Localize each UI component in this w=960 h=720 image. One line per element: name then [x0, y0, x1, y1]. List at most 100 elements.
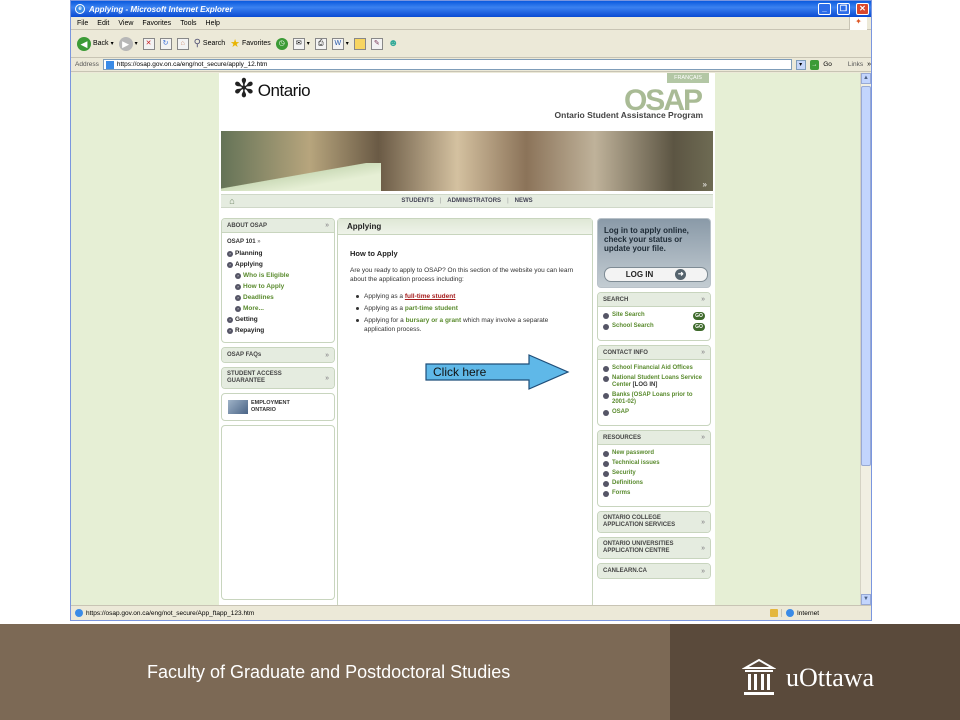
address-input[interactable]: https://osap.gov.on.ca/eng/not_secure/ap… — [102, 59, 792, 70]
contact-list: School Financial Aid Offices National St… — [598, 360, 710, 425]
back-dropdown-icon[interactable]: ▾ — [111, 40, 114, 47]
employment-ontario-panel[interactable]: EMPLOYMENT ONTARIO — [221, 393, 335, 421]
university-head[interactable]: ONTARIO UNIVERSITIES APPLICATION CENTRE … — [598, 538, 710, 558]
left-nav-how-to-apply[interactable]: › How to Apply — [227, 281, 329, 292]
left-nav-planning[interactable]: › Planning — [227, 248, 329, 259]
print-button[interactable]: ⎙ — [314, 37, 327, 50]
address-dropdown-icon[interactable]: ▾ — [795, 59, 806, 70]
left-nav-repaying[interactable]: › Repaying — [227, 325, 329, 336]
forward-button[interactable]: ▶ ▾ — [118, 36, 138, 51]
close-button[interactable]: ✕ — [856, 3, 869, 15]
canlearn-panel[interactable]: CANLEARN.CA » — [597, 563, 711, 579]
left-nav-label: Planning — [235, 250, 263, 257]
links-button[interactable]: Links — [848, 61, 863, 68]
osap-faqs-head[interactable]: OSAP FAQs » — [222, 348, 334, 362]
home-icon[interactable]: ⌂ — [221, 196, 243, 206]
minimize-button[interactable]: _ — [818, 3, 831, 15]
left-nav-who-is-eligible[interactable]: › Who is Eligible — [227, 270, 329, 281]
menu-edit[interactable]: Edit — [97, 20, 109, 27]
history-button[interactable]: ◷ — [275, 37, 288, 50]
login-button[interactable]: LOG IN ➜ — [604, 267, 708, 282]
refresh-icon: ↻ — [159, 37, 172, 50]
links-chevron-icon[interactable]: » — [867, 61, 871, 68]
arrow-bullet-icon: › — [227, 327, 233, 334]
osap-faqs-panel[interactable]: OSAP FAQs » — [221, 347, 335, 363]
guarantee-panel[interactable]: STUDENT ACCESS GUARANTEE » — [221, 367, 335, 389]
folder-button[interactable] — [353, 37, 366, 50]
nav-students[interactable]: STUDENTS — [401, 198, 433, 204]
left-nav-getting[interactable]: › Getting — [227, 314, 329, 325]
resource-item[interactable]: Security — [603, 470, 705, 477]
about-osap-head[interactable]: ABOUT OSAP » — [222, 219, 334, 233]
resource-item[interactable]: Technical issues — [603, 460, 705, 467]
resource-item[interactable]: Forms — [603, 490, 705, 497]
nav-administrators[interactable]: ADMINISTRATORS — [447, 198, 501, 204]
mail-dropdown-icon[interactable]: ▾ — [307, 40, 310, 47]
osap101-link[interactable]: OSAP 101 » — [222, 233, 334, 248]
bursary-or-grant-link[interactable]: bursary or a grant — [406, 317, 462, 324]
research-button[interactable]: ✎ — [370, 37, 383, 50]
login-box: Log in to apply online, check your statu… — [597, 218, 711, 288]
scroll-down-icon[interactable]: ▼ — [861, 594, 871, 605]
go-button[interactable]: Go — [823, 61, 832, 68]
left-nav-label: How to Apply — [243, 283, 285, 290]
contact-item[interactable]: National Student Loans Service Center [L… — [603, 375, 705, 389]
ontario-logo[interactable]: ✻ Ontario — [233, 73, 311, 103]
francais-link[interactable]: FRANÇAIS — [667, 73, 709, 83]
contact-item[interactable]: OSAP — [603, 409, 705, 416]
back-button[interactable]: ◀ Back ▾ — [77, 36, 114, 51]
school-search-link[interactable]: School Search GO — [603, 323, 705, 331]
menu-favorites[interactable]: Favorites — [142, 20, 171, 27]
university-panel[interactable]: ONTARIO UNIVERSITIES APPLICATION CENTRE … — [597, 537, 711, 559]
contact-item[interactable]: Banks (OSAP Loans prior to 2001-02) — [603, 392, 705, 406]
refresh-button[interactable]: ↻ — [159, 37, 172, 50]
messenger-button[interactable]: ☻ — [388, 38, 399, 49]
edit-button[interactable]: W ▾ — [331, 37, 349, 50]
left-nav-more[interactable]: › More... — [227, 303, 329, 314]
college-head[interactable]: ONTARIO COLLEGE APPLICATION SERVICES » — [598, 512, 710, 532]
site-search-go-button[interactable]: GO — [693, 312, 705, 320]
forward-dropdown-icon[interactable]: ▾ — [135, 40, 138, 47]
uottawa-wordmark: uOttawa — [786, 663, 875, 692]
menu-file[interactable]: File — [77, 20, 88, 27]
canlearn-head[interactable]: CANLEARN.CA » — [598, 564, 710, 578]
favorites-button[interactable]: ★ Favorites — [230, 37, 271, 50]
school-search-go-button[interactable]: GO — [693, 323, 705, 331]
restore-button[interactable]: ❐ — [837, 3, 850, 15]
search-button[interactable]: ⚲ Search — [194, 38, 226, 49]
apply-options-list: Applying as a full-time student Applying… — [350, 292, 580, 334]
left-nav-label: Applying — [235, 261, 263, 268]
menu-view[interactable]: View — [118, 20, 133, 27]
bullet-icon — [356, 319, 359, 322]
menu-tools[interactable]: Tools — [180, 20, 196, 27]
employment-ontario-link[interactable]: EMPLOYMENT ONTARIO — [222, 394, 334, 420]
stop-icon: ✕ — [142, 37, 155, 50]
scroll-up-icon[interactable]: ▲ — [861, 73, 871, 84]
site-search-link[interactable]: Site Search GO — [603, 312, 705, 320]
menu-help[interactable]: Help — [206, 20, 220, 27]
site-header: ✻ Ontario FRANÇAIS OSAP Ontario Student … — [219, 73, 715, 131]
list-item-text: Applying as a part-time student — [364, 304, 458, 313]
part-time-student-link[interactable]: part-time student — [405, 305, 458, 312]
scroll-thumb[interactable] — [861, 86, 871, 466]
left-nav-deadlines[interactable]: › Deadlines — [227, 292, 329, 303]
resource-item[interactable]: New password — [603, 450, 705, 457]
left-nav-applying[interactable]: › Applying — [227, 259, 329, 270]
nav-news[interactable]: NEWS — [515, 198, 533, 204]
resource-item[interactable]: Definitions — [603, 480, 705, 487]
vertical-scrollbar[interactable]: ▲ ▼ — [860, 73, 871, 605]
search-title: SEARCH — [603, 296, 629, 303]
main-body: How to Apply Are you ready to apply to O… — [338, 235, 592, 351]
college-panel[interactable]: ONTARIO COLLEGE APPLICATION SERVICES » — [597, 511, 711, 533]
callout-text: Click here — [433, 365, 487, 379]
contact-item-text: School Financial Aid Offices — [612, 365, 705, 372]
go-arrow-icon[interactable]: → — [809, 59, 820, 70]
mail-button[interactable]: ✉ ▾ — [292, 37, 310, 50]
full-time-student-link[interactable]: full-time student — [405, 293, 456, 300]
home-button[interactable]: ⌂ — [176, 37, 189, 50]
edit-dropdown-icon[interactable]: ▾ — [346, 40, 349, 47]
main-head: Applying — [338, 219, 592, 235]
contact-item[interactable]: School Financial Aid Offices — [603, 365, 705, 372]
guarantee-head[interactable]: STUDENT ACCESS GUARANTEE » — [222, 368, 334, 388]
stop-button[interactable]: ✕ — [142, 37, 155, 50]
